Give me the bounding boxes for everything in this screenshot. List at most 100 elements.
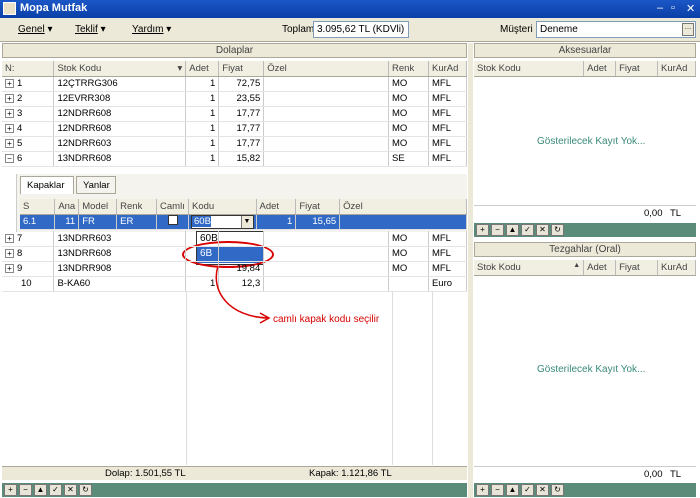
up-icon[interactable]: ▲ <box>506 484 519 496</box>
tezgahlar-currency: TL <box>670 469 682 480</box>
tab-kapaklar[interactable]: Kapaklar <box>20 176 74 194</box>
col-kodu[interactable]: Kodu <box>188 199 257 215</box>
delete-icon[interactable]: − <box>19 484 32 496</box>
tezgahlar-table: Stok Kodu ▲ Adet Fiyat KurAd <box>474 260 696 276</box>
dolaplar-footer: Dolap: 1.501,55 TL Kapak: 1.121,86 TL <box>2 466 467 480</box>
kodu-dropdown[interactable]: 60B ▼ <box>191 214 254 228</box>
col-ozel[interactable]: Özel <box>263 61 390 77</box>
aksesuarlar-currency: TL <box>670 208 682 219</box>
tezgahlar-header: Tezgahlar (Oral) <box>474 242 696 257</box>
col-adet[interactable]: Adet <box>583 61 617 77</box>
panel-splitter[interactable] <box>468 43 473 498</box>
table-row[interactable]: +2 12EVRR308 1 23,55 MO MFL <box>2 91 468 107</box>
cancel-icon[interactable]: ✕ <box>536 224 549 236</box>
menu-bar: Genel ▾ Teklif ▾ Yardım ▾ Toplam 3.095,6… <box>0 18 700 42</box>
col-renk-sub[interactable]: Renk <box>116 199 158 215</box>
expand-icon[interactable]: + <box>5 139 14 148</box>
expand-icon[interactable]: + <box>5 79 14 88</box>
table-row[interactable]: +8 13NDRR608 MO MFL <box>2 246 468 262</box>
col-fiyat[interactable]: Fiyat <box>218 61 265 77</box>
musteri-lookup-button[interactable]: … <box>682 23 694 36</box>
col-kurad[interactable]: KurAd <box>657 61 696 77</box>
cancel-icon[interactable]: ✕ <box>64 484 77 496</box>
kapak-total: Kapak: 1.121,86 TL <box>309 468 392 479</box>
aksesuarlar-footer: 0,00 TL <box>474 205 696 219</box>
annotation-arrow <box>215 265 271 324</box>
dolaplar-header: Dolaplar <box>2 43 467 58</box>
expand-icon[interactable]: + <box>5 264 14 273</box>
expand-icon[interactable]: + <box>5 124 14 133</box>
add-icon[interactable]: + <box>4 484 17 496</box>
delete-icon[interactable]: − <box>491 484 504 496</box>
musteri-field[interactable]: Deneme… <box>536 21 696 38</box>
col-adet[interactable]: Adet <box>583 260 617 276</box>
aksesuarlar-empty-message: Gösterilecek Kayıt Yok... <box>537 136 646 147</box>
post-icon[interactable]: ✓ <box>49 484 62 496</box>
aksesuarlar-navigator: + − ▲ ✓ ✕ ↻ <box>474 223 696 237</box>
expand-icon[interactable]: + <box>5 109 14 118</box>
col-kurad[interactable]: KurAd <box>657 260 696 276</box>
add-icon[interactable]: + <box>476 224 489 236</box>
refresh-icon[interactable]: ↻ <box>79 484 92 496</box>
col-stok-kodu[interactable]: Stok Kodu ▾ <box>53 61 187 77</box>
col-fiyat[interactable]: Fiyat <box>615 260 658 276</box>
tezgahlar-total: 0,00 <box>644 469 663 480</box>
cancel-icon[interactable]: ✕ <box>536 484 549 496</box>
col-renk[interactable]: Renk <box>388 61 429 77</box>
refresh-icon[interactable]: ↻ <box>551 484 564 496</box>
refresh-icon[interactable]: ↻ <box>551 224 564 236</box>
table-row[interactable]: +3 12NDRR608 1 17,77 MO MFL <box>2 106 468 122</box>
dolap-total: Dolap: 1.501,55 TL <box>105 468 186 479</box>
title-bar: Mopa Mutfak – ▫ ✕ <box>0 0 700 18</box>
expand-icon[interactable]: + <box>5 233 14 243</box>
table-row[interactable]: +1 12ÇTRRG306 1 72,75 MO MFL <box>2 76 468 92</box>
col-adet-sub[interactable]: Adet <box>256 199 297 215</box>
close-icon[interactable]: ✕ <box>686 2 695 15</box>
menu-genel[interactable]: Genel ▾ <box>18 24 53 35</box>
collapse-icon[interactable]: − <box>5 154 14 163</box>
dropdown-arrow-icon[interactable]: ▼ <box>240 215 253 228</box>
col-stok-kodu[interactable]: Stok Kodu ▲ <box>474 260 585 276</box>
col-s[interactable]: S <box>20 199 56 215</box>
add-icon[interactable]: + <box>476 484 489 496</box>
post-icon[interactable]: ✓ <box>521 224 534 236</box>
minimize-icon[interactable]: – <box>657 2 663 14</box>
col-n[interactable]: N: <box>2 61 55 77</box>
toplam-label: Toplam <box>282 24 315 35</box>
col-ozel-sub[interactable]: Özel <box>339 199 467 215</box>
tab-yanlar[interactable]: Yanlar <box>76 176 116 194</box>
up-icon[interactable]: ▲ <box>34 484 47 496</box>
table-row[interactable]: −6 13NDRR608 1 15,82 SE MFL <box>2 151 468 167</box>
col-ana[interactable]: Ana <box>54 199 80 215</box>
restore-icon[interactable]: ▫ <box>671 2 675 14</box>
camli-checkbox[interactable] <box>167 215 178 225</box>
menu-teklif[interactable]: Teklif ▾ <box>75 24 106 35</box>
app-icon <box>3 2 16 15</box>
col-camli[interactable]: Camlı <box>156 199 189 215</box>
expand-icon[interactable]: + <box>5 249 14 258</box>
menu-yardim[interactable]: Yardım ▾ <box>132 24 171 35</box>
tezgahlar-empty-message: Gösterilecek Kayıt Yok... <box>537 364 646 375</box>
up-icon[interactable]: ▲ <box>506 224 519 236</box>
delete-icon[interactable]: − <box>491 224 504 236</box>
col-kurad[interactable]: KurAd <box>428 61 468 77</box>
col-adet[interactable]: Adet <box>185 61 220 77</box>
expand-icon[interactable]: + <box>5 94 14 103</box>
col-stok-kodu[interactable]: Stok Kodu <box>474 61 585 77</box>
table-row[interactable]: +7 13NDRR603 MO MFL <box>2 231 468 247</box>
kapaklar-table: S Ana Model Renk Camlı Kodu Adet Fiyat Ö… <box>20 199 467 230</box>
musteri-label: Müşteri <box>500 24 533 35</box>
post-icon[interactable]: ✓ <box>521 484 534 496</box>
kapak-row-selected[interactable]: 6.1 11 FR ER 60B ▼ 1 15,65 <box>20 214 467 230</box>
col-fiyat-sub[interactable]: Fiyat <box>295 199 341 215</box>
dolaplar-table: N: Stok Kodu ▾ Adet Fiyat Özel Renk KurAd… <box>2 61 468 167</box>
table-row[interactable]: +4 12NDRR608 1 17,77 MO MFL <box>2 121 468 137</box>
col-model[interactable]: Model <box>78 199 118 215</box>
dolaplar-navigator: + − ▲ ✓ ✕ ↻ <box>2 483 467 497</box>
col-fiyat[interactable]: Fiyat <box>615 61 658 77</box>
aksesuarlar-header: Aksesuarlar <box>474 43 696 58</box>
aksesuarlar-total: 0,00 <box>644 208 663 219</box>
annotation-text: camlı kapak kodu seçilir <box>273 314 380 325</box>
tezgahlar-navigator: + − ▲ ✓ ✕ ↻ <box>474 483 696 497</box>
table-row[interactable]: +5 12NDRR603 1 17,77 MO MFL <box>2 136 468 152</box>
